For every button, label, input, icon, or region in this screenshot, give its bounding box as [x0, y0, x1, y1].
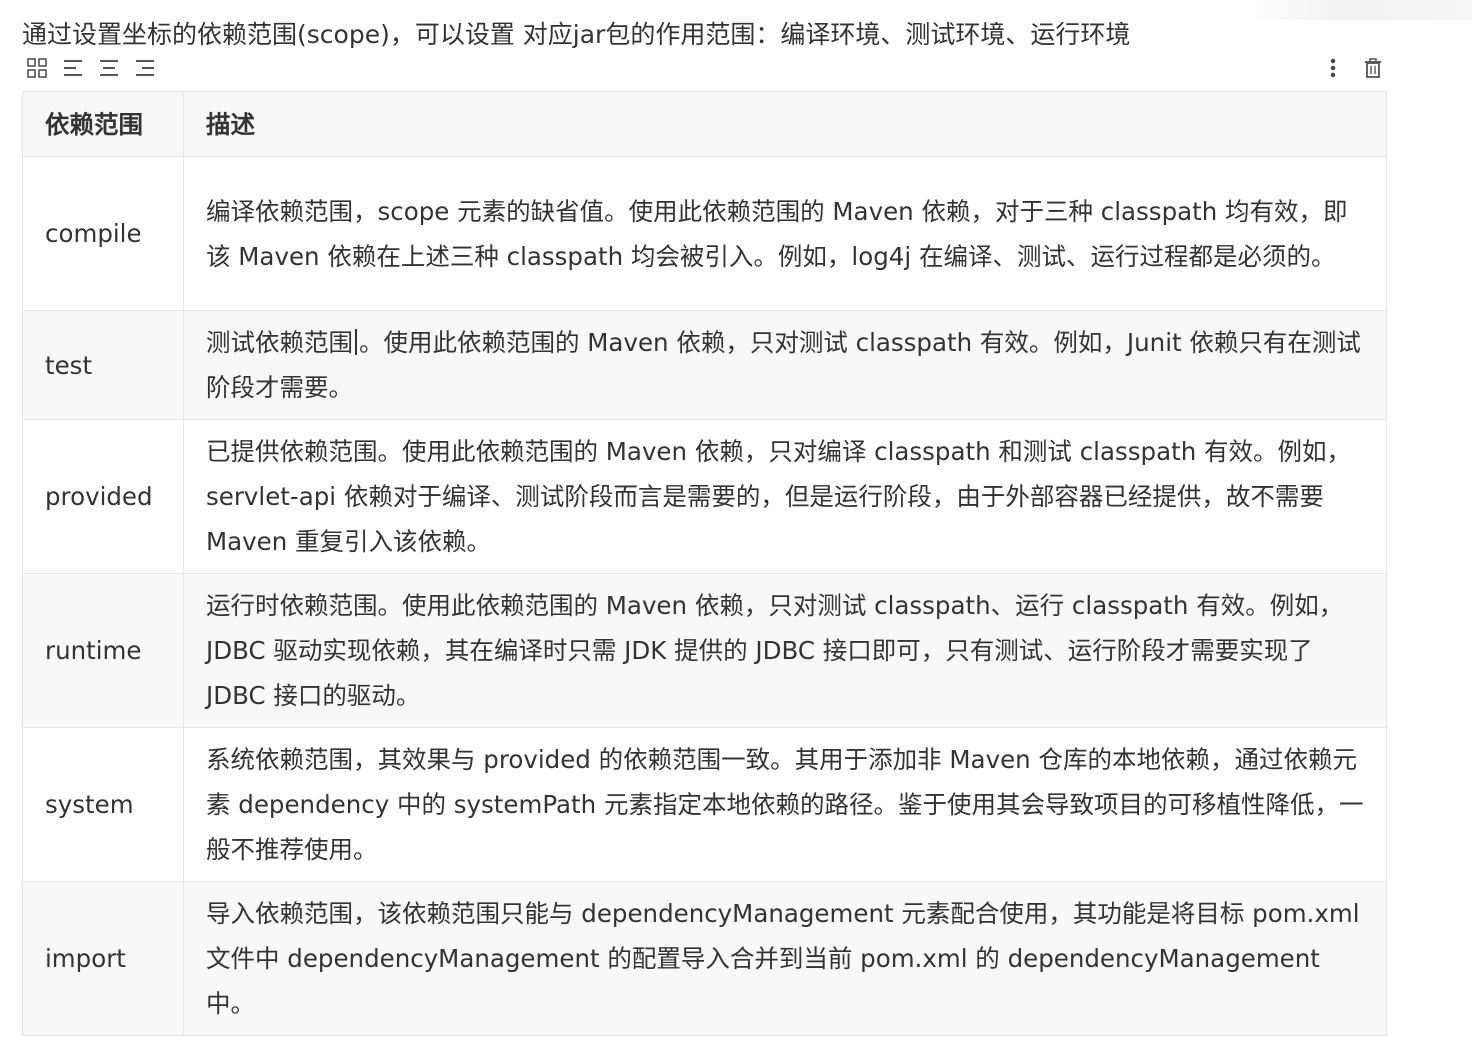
scope-table: 依赖范围 描述 compile 编译依赖范围，scope 元素的缺省值。使用此依…: [22, 91, 1387, 1036]
scope-cell[interactable]: import: [22, 881, 184, 1036]
header-scope[interactable]: 依赖范围: [22, 91, 184, 157]
description-text-after-cursor: 。使用此依赖范围的 Maven 依赖，只对测试 classpath 有效。例如，…: [206, 328, 1361, 402]
table-toolbar-left: [24, 54, 158, 82]
top-corner-fade: [1252, 0, 1472, 20]
scope-cell[interactable]: runtime: [22, 573, 184, 728]
description-cell[interactable]: 运行时依赖范围。使用此依赖范围的 Maven 依赖，只对测试 classpath…: [183, 573, 1387, 728]
scope-table-container: 依赖范围 描述 compile 编译依赖范围，scope 元素的缺省值。使用此依…: [22, 91, 1387, 1036]
table-header-row: 依赖范围 描述: [22, 91, 1387, 157]
scope-cell[interactable]: test: [22, 310, 184, 420]
table-toolbar: [24, 54, 1386, 82]
align-right-icon[interactable]: [132, 55, 158, 81]
scope-cell[interactable]: provided: [22, 419, 184, 574]
header-description[interactable]: 描述: [183, 91, 1387, 157]
table-row: compile 编译依赖范围，scope 元素的缺省值。使用此依赖范围的 Mav…: [22, 156, 1387, 311]
table-row: test 测试依赖范围 。使用此依赖范围的 Maven 依赖，只对测试 class…: [22, 310, 1387, 420]
description-cell[interactable]: 已提供依赖范围。使用此依赖范围的 Maven 依赖，只对编译 classpath…: [183, 419, 1387, 574]
scope-cell[interactable]: system: [22, 727, 184, 882]
editor-page: 通过设置坐标的依赖范围(scope)，可以设置 对应jar包的作用范围：编译环境…: [0, 0, 1472, 1058]
description-cell[interactable]: 编译依赖范围，scope 元素的缺省值。使用此依赖范围的 Maven 依赖，对于…: [183, 156, 1387, 311]
table-row: import 导入依赖范围，该依赖范围只能与 dependencyManagem…: [22, 881, 1387, 1036]
table-toolbar-right: [1320, 54, 1386, 82]
description-cell[interactable]: 测试依赖范围 。使用此依赖范围的 Maven 依赖，只对测试 classpath …: [183, 310, 1387, 420]
description-cell[interactable]: 系统依赖范围，其效果与 provided 的依赖范围一致。其用于添加非 Mave…: [183, 727, 1387, 882]
table-row: runtime 运行时依赖范围。使用此依赖范围的 Maven 依赖，只对测试 c…: [22, 573, 1387, 728]
intro-paragraph: 通过设置坐标的依赖范围(scope)，可以设置 对应jar包的作用范围：编译环境…: [22, 20, 1131, 49]
table-grid-icon[interactable]: [24, 55, 50, 81]
more-vertical-icon[interactable]: [1320, 55, 1346, 81]
scope-cell[interactable]: compile: [22, 156, 184, 311]
align-center-icon[interactable]: [96, 55, 122, 81]
align-left-icon[interactable]: [60, 55, 86, 81]
table-row: provided 已提供依赖范围。使用此依赖范围的 Maven 依赖，只对编译 …: [22, 419, 1387, 574]
text-cursor: [355, 329, 357, 355]
description-text-before-cursor: 测试依赖范围: [206, 328, 353, 357]
trash-icon[interactable]: [1360, 55, 1386, 81]
description-cell[interactable]: 导入依赖范围，该依赖范围只能与 dependencyManagement 元素配…: [183, 881, 1387, 1036]
table-row: system 系统依赖范围，其效果与 provided 的依赖范围一致。其用于添…: [22, 727, 1387, 882]
